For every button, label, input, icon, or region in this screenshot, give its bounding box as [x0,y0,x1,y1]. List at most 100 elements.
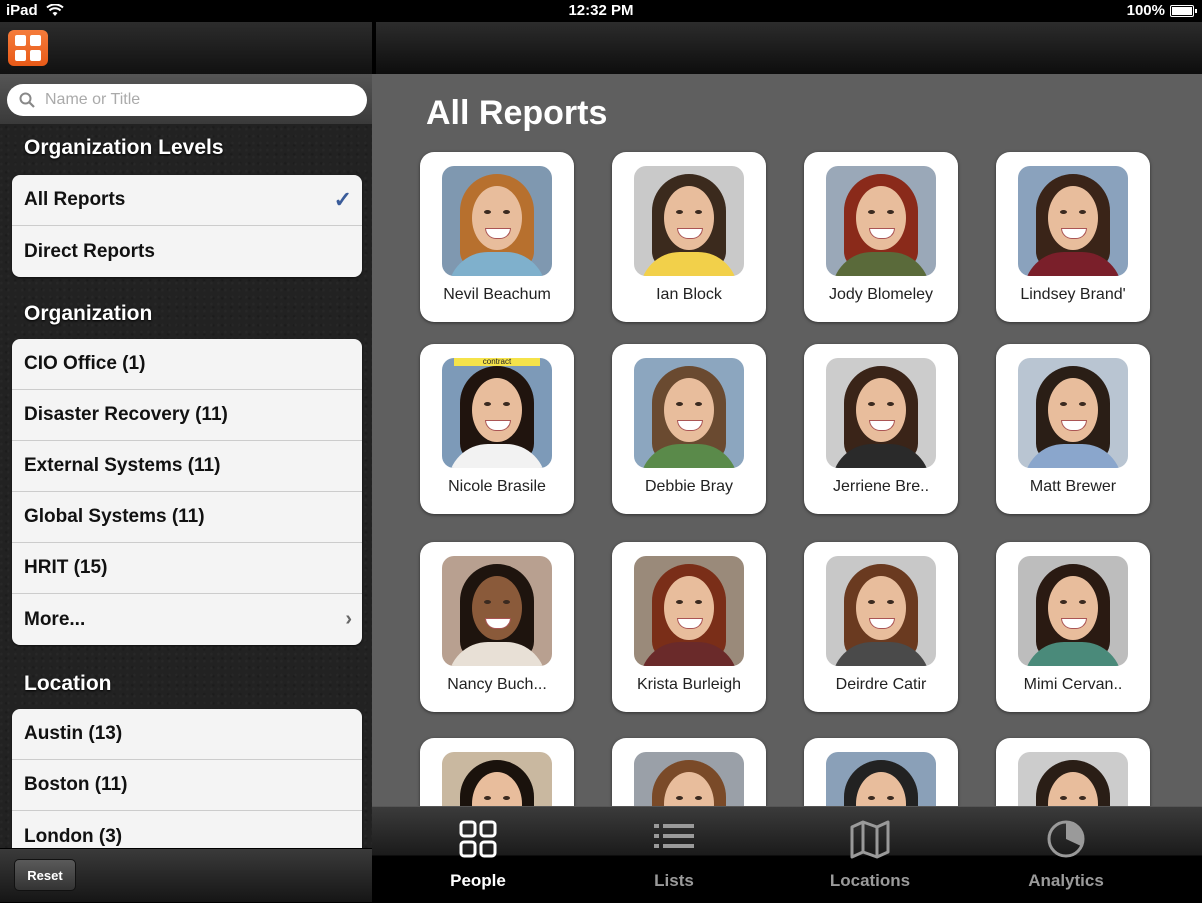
person-photo [826,166,936,276]
list-item-cio-office[interactable]: CIO Office (1) [12,339,362,390]
person-card[interactable] [612,738,766,806]
organization-list: CIO Office (1) Disaster Recovery (11) Ex… [12,339,362,645]
person-card[interactable]: Krista Burleigh [612,542,766,712]
search-field[interactable] [7,84,367,116]
list-item-label: External Systems (11) [24,455,221,476]
list-item-label: Austin (13) [24,723,123,744]
page-title: All Reports [426,94,608,132]
tab-bar: People Lists Locations Analytics [372,806,1202,903]
person-photo [634,358,744,468]
list-item-hrit[interactable]: HRIT (15) [12,543,362,594]
list-item-label: Direct Reports [24,240,155,262]
reset-button[interactable]: Reset [14,859,76,891]
list-item-direct-reports[interactable]: Direct Reports [12,226,362,277]
person-name: Debbie Bray [644,478,734,495]
person-photo [826,556,936,666]
checkmark-icon: ✓ [333,187,352,212]
person-name: Deirdre Catir [835,676,927,693]
pie-chart-icon [1047,820,1085,858]
person-card[interactable]: contract Nicole Brasile [420,344,574,514]
list-item-all-reports[interactable]: All Reports ✓ [12,175,362,226]
list-item-disaster-recovery[interactable]: Disaster Recovery (11) [12,390,362,441]
battery-group: 100% [1126,2,1197,19]
tab-analytics[interactable]: Analytics [966,807,1166,903]
list-item-boston[interactable]: Boston (11) [12,760,362,811]
people-grid-panel: All Reports Nevil Beachum Ian Block Jody B… [372,74,1202,806]
list-item-label: All Reports [24,189,126,210]
grid-icon [459,820,497,858]
person-card[interactable]: Nancy Buch... [420,542,574,712]
person-photo [826,358,936,468]
clock: 12:32 PM [568,2,634,19]
list-item-label: Disaster Recovery (11) [24,404,228,425]
person-name: Lindsey Brand' [1020,286,1126,303]
tab-lists[interactable]: Lists [574,807,774,903]
list-item-label: CIO Office (1) [24,353,146,374]
tab-locations[interactable]: Locations [770,807,970,903]
person-photo [1018,358,1128,468]
list-item-external-systems[interactable]: External Systems (11) [12,441,362,492]
person-card[interactable]: Mimi Cervan.. [996,542,1150,712]
person-name: Ian Block [656,286,722,303]
sidebar-toolbar [0,22,372,75]
tab-label: People [450,871,506,890]
app-menu-icon[interactable] [8,30,48,66]
person-photo [826,752,936,806]
contract-tag: contract [454,358,540,366]
battery-icon [1170,4,1197,17]
person-name: Nancy Buch... [447,676,547,693]
tab-label: Lists [654,871,694,890]
list-icon [654,824,694,848]
section-title-location: Location [24,672,112,695]
search-bar [0,74,372,124]
person-name: Jody Blomeley [828,286,934,303]
person-name: Nicole Brasile [448,478,546,495]
sidebar: Organization Levels All Reports ✓ Direct… [0,22,372,902]
person-name: Nevil Beachum [443,286,551,303]
person-card[interactable]: Lindsey Brand' [996,152,1150,322]
person-card[interactable] [420,738,574,806]
tab-people[interactable]: People [378,807,578,903]
person-card[interactable]: Debbie Bray [612,344,766,514]
person-photo: contract [442,358,552,468]
list-item-more[interactable]: More... › [12,594,362,645]
location-list: Austin (13) Boston (11) London (3) [12,709,362,862]
list-item-label: London (3) [24,825,123,847]
person-photo [1018,752,1128,806]
sidebar-bottom-bar: Reset [0,848,372,902]
person-name: Matt Brewer [1029,478,1117,495]
person-photo [1018,556,1128,666]
person-card[interactable]: Jerriene Bre.. [804,344,958,514]
person-name: Krista Burleigh [636,676,742,693]
person-name: Mimi Cervan.. [1023,676,1123,693]
tab-label: Locations [829,871,911,890]
main-toolbar [376,22,1202,75]
tab-label: Analytics [1028,871,1104,890]
chevron-right-icon: › [345,608,352,630]
person-photo [634,556,744,666]
person-photo [442,556,552,666]
person-card[interactable] [996,738,1150,806]
person-card[interactable]: Nevil Beachum [420,152,574,322]
person-photo [634,752,744,806]
list-item-label: HRIT (15) [24,557,108,578]
list-item-global-systems[interactable]: Global Systems (11) [12,492,362,543]
battery-label: 100% [1126,2,1165,19]
list-item-label: Boston (11) [24,774,128,795]
person-photo [442,752,552,806]
status-bar: iPad 12:32 PM 100% [0,0,1202,22]
person-card[interactable] [804,738,958,806]
person-photo [442,166,552,276]
person-photo [634,166,744,276]
person-card[interactable]: Deirdre Catir [804,542,958,712]
person-name: Jerriene Bre.. [832,478,930,495]
person-card[interactable]: Matt Brewer [996,344,1150,514]
person-photo [1018,166,1128,276]
list-item-austin[interactable]: Austin (13) [12,709,362,760]
search-icon [19,92,35,108]
section-title-org-levels: Organization Levels [24,136,224,159]
search-input[interactable] [43,90,347,110]
person-card[interactable]: Ian Block [612,152,766,322]
section-title-organization: Organization [24,302,153,325]
person-card[interactable]: Jody Blomeley [804,152,958,322]
